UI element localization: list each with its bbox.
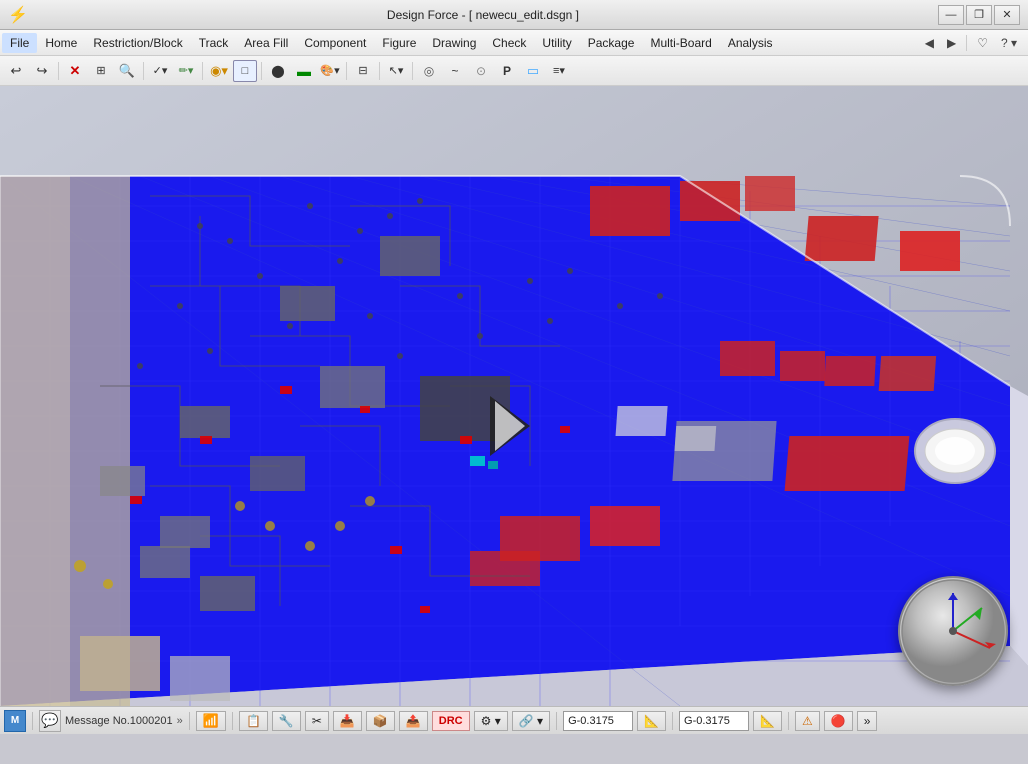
title-text: Design Force - [ newecu_edit.dsgn ] [28,8,938,22]
toolbar-sep-5 [346,62,347,80]
via-button[interactable]: ◎ [417,60,441,82]
app-icon: ⚡ [8,5,28,25]
pad-button[interactable]: P [495,60,519,82]
warning-btn[interactable]: ⚠ [795,711,820,731]
cut-btn[interactable]: ✂ [305,711,329,731]
wifi-btn[interactable]: 📶 [196,711,226,731]
coord-icon-2[interactable]: 📐 [753,711,782,731]
window-controls: — ❐ ✕ [938,5,1020,25]
circle-gray-button[interactable]: ⊙ [469,60,493,82]
cancel-button[interactable]: ✕ [63,60,87,82]
menu-item-file[interactable]: File [2,33,37,53]
nav-right-btn[interactable]: ▶ [942,34,961,52]
line-green-button[interactable]: ▬ [292,60,316,82]
restore-button[interactable]: ❐ [966,5,992,25]
status-sep-2 [189,712,190,730]
main-pcb-area[interactable] [0,86,1028,706]
toolbar-sep-7 [412,62,413,80]
toolbar-sep-3 [202,62,203,80]
nav-more-btn[interactable]: » [857,711,878,731]
menu-item-home[interactable]: Home [37,33,85,53]
settings-btn[interactable]: 🔧 [272,711,301,731]
wave-button[interactable]: ~ [443,60,467,82]
pointer-button[interactable]: ↖▾ [384,60,408,82]
message-arrow[interactable]: » [177,715,183,727]
error-btn[interactable]: 🔴 [824,711,853,731]
menu-item-multiboard[interactable]: Multi-Board [642,33,719,53]
minimize-button[interactable]: — [938,5,964,25]
status-mode-icon[interactable]: M [4,710,26,732]
toolbar: ↩ ↪ ✕ ⊞ 🔍 ✓▾ ✏▾ ◉▾ □ ⬤ ▬ 🎨▾ ⊟ ↖▾ ◎ ~ ⊙ P… [0,56,1028,86]
undo-button[interactable]: ↩ [4,60,28,82]
clipboard-btn[interactable]: 📋 [239,711,268,731]
menu-separator [966,35,967,51]
status-sep-5 [672,712,673,730]
zoom-button[interactable]: 🔍 [115,60,139,82]
more-button[interactable]: ≡▾ [547,60,571,82]
array-button[interactable]: ⊟ [351,60,375,82]
pcb-canvas [0,86,1028,706]
grid-button[interactable]: ⊞ [89,60,113,82]
toolbar-sep-4 [261,62,262,80]
menu-item-package[interactable]: Package [580,33,643,53]
status-sep-4 [556,712,557,730]
package-btn[interactable]: 📦 [366,711,395,731]
toolbar-sep-2 [143,62,144,80]
toolbar-sep-6 [379,62,380,80]
drc-btn[interactable]: DRC [432,711,470,731]
status-sep-3 [232,712,233,730]
nav-left-btn[interactable]: ◀ [920,34,939,52]
menu-item-areafill[interactable]: Area Fill [236,33,296,53]
menu-item-component[interactable]: Component [296,33,374,53]
message-text: Message No.1000201 [65,715,173,727]
coord-icon-1[interactable]: 📐 [637,711,666,731]
close-button[interactable]: ✕ [994,5,1020,25]
copper-button[interactable]: ⬤ [266,60,290,82]
menu-item-analysis[interactable]: Analysis [720,33,781,53]
status-sep-6 [788,712,789,730]
message-icon: 💬 [39,710,61,732]
menu-bar: File Home Restriction/Block Track Area F… [0,30,1028,56]
coord-dropdown-2[interactable]: G-0.3175 [679,711,749,731]
menu-right-area: ◀ ▶ ♡ ? ▾ [920,34,1026,52]
redo-button[interactable]: ↪ [30,60,54,82]
toolbar-sep-1 [58,62,59,80]
settings2-btn[interactable]: ⚙ ▾ [474,711,508,731]
help-btn[interactable]: ? ▾ [996,34,1022,52]
rect-button[interactable]: □ [233,60,257,82]
rect2-button[interactable]: ▭ [521,60,545,82]
menu-item-check[interactable]: Check [484,33,534,53]
status-bar: M 💬 Message No.1000201 » 📶 📋 🔧 ✂ 📥 📦 📤 D… [0,706,1028,734]
menu-item-restriction[interactable]: Restriction/Block [85,33,190,53]
import-btn[interactable]: 📥 [333,711,362,731]
title-bar: ⚡ Design Force - [ newecu_edit.dsgn ] — … [0,0,1028,30]
compass-widget[interactable] [898,576,1008,686]
menu-item-figure[interactable]: Figure [374,33,424,53]
favorite-btn[interactable]: ♡ [972,34,993,52]
menu-item-track[interactable]: Track [191,33,237,53]
menu-item-drawing[interactable]: Drawing [424,33,484,53]
menu-item-utility[interactable]: Utility [534,33,579,53]
link-btn[interactable]: 🔗 ▾ [512,711,550,731]
shape-button[interactable]: ◉▾ [207,60,231,82]
status-sep-1 [32,712,33,730]
coord-dropdown-1[interactable]: G-0.3175 [563,711,633,731]
color-button[interactable]: 🎨▾ [318,60,342,82]
export-btn[interactable]: 📤 [399,711,428,731]
select-mode-button[interactable]: ✓▾ [148,60,172,82]
edit-mode-button[interactable]: ✏▾ [174,60,198,82]
